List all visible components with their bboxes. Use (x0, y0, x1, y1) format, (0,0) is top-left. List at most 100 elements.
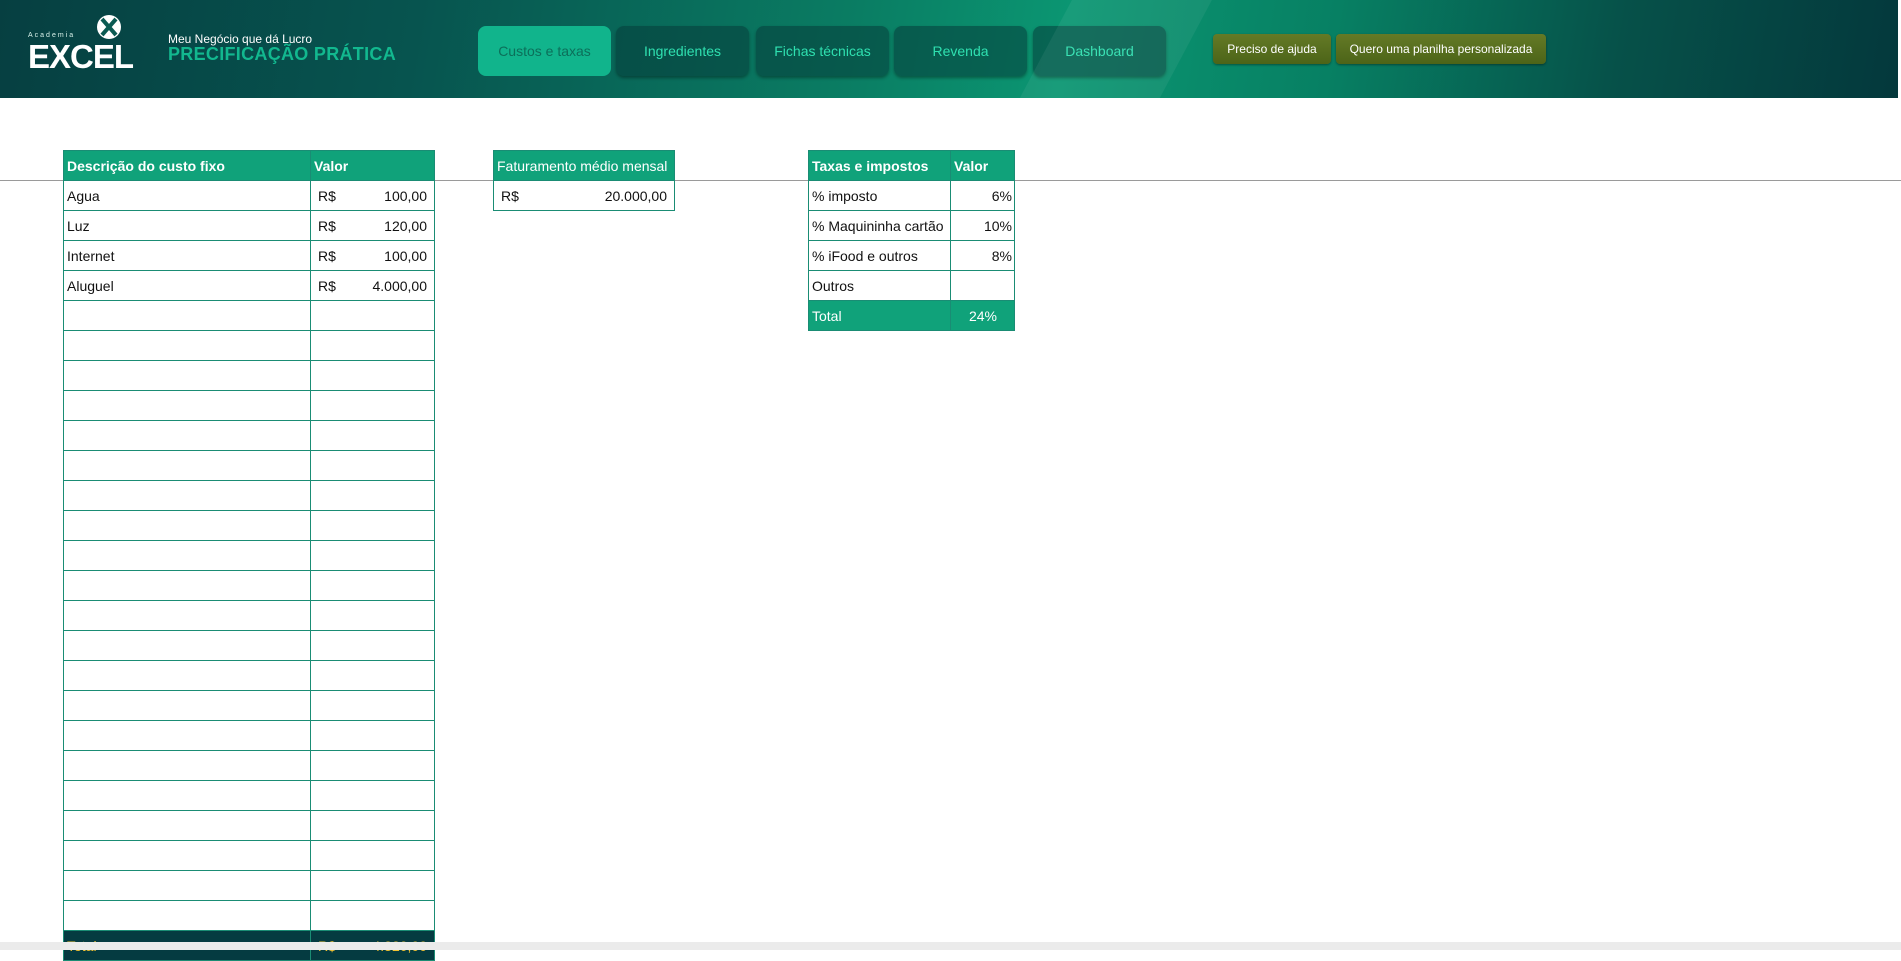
tax-description-cell[interactable]: % iFood e outros (808, 240, 951, 271)
revenue-value-cell[interactable]: R$ 20.000,00 (493, 180, 675, 211)
cost-value-cell[interactable]: R$ 100,00 (310, 180, 435, 211)
cost-description-cell[interactable]: Aluguel (63, 270, 311, 301)
cost-value-cell[interactable] (310, 480, 435, 511)
cost-value-cell[interactable] (310, 690, 435, 721)
cost-description-cell[interactable]: Agua (63, 180, 311, 211)
taxes-table: Taxas e impostos Valor % imposto 6%% Maqu… (808, 150, 1015, 331)
cost-value-cell[interactable] (310, 870, 435, 901)
cost-description-cell[interactable] (63, 360, 311, 391)
currency-symbol: R$ (318, 247, 336, 264)
table-row-empty (63, 690, 435, 721)
currency-symbol: R$ (501, 187, 519, 204)
cost-value-cell[interactable] (310, 450, 435, 481)
cost-description-cell[interactable] (63, 780, 311, 811)
cost-value-cell[interactable] (310, 810, 435, 841)
tax-description-cell[interactable]: Outros (808, 270, 951, 301)
cost-description-cell[interactable] (63, 810, 311, 841)
cost-description-cell[interactable] (63, 480, 311, 511)
cost-description-cell[interactable] (63, 720, 311, 751)
cost-value-cell[interactable]: R$ 4.000,00 (310, 270, 435, 301)
table-row: % iFood e outros 8% (808, 240, 1015, 271)
cost-description-cell[interactable] (63, 390, 311, 421)
cost-value-cell[interactable] (310, 750, 435, 781)
table-row: Agua R$ 100,00 (63, 180, 435, 211)
table-row-empty (63, 480, 435, 511)
cost-description-cell[interactable] (63, 750, 311, 781)
table-row: Aluguel R$ 4.000,00 (63, 270, 435, 301)
cost-description-cell[interactable] (63, 570, 311, 601)
table-row: Internet R$ 100,00 (63, 240, 435, 271)
cost-amount: 100,00 (384, 247, 427, 264)
page-title: PRECIFICAÇÃO PRÁTICA (168, 44, 397, 64)
table-header-row: Taxas e impostos Valor (808, 150, 1015, 181)
tax-description-cell[interactable]: % Maquininha cartão (808, 210, 951, 241)
table-row: Luz R$ 120,00 (63, 210, 435, 241)
table-row-empty (63, 810, 435, 841)
cost-value-cell[interactable] (310, 510, 435, 541)
cost-value-cell[interactable] (310, 840, 435, 871)
cost-description-cell[interactable]: Internet (63, 240, 311, 271)
cost-value-cell[interactable] (310, 570, 435, 601)
column-header-value: Valor (950, 150, 1015, 181)
cost-value-cell[interactable]: R$ 120,00 (310, 210, 435, 241)
cost-value-cell[interactable] (310, 780, 435, 811)
total-row: Total 24% (808, 300, 1015, 331)
cost-description-cell[interactable] (63, 690, 311, 721)
cost-value-cell[interactable] (310, 600, 435, 631)
tab-revenda[interactable]: Revenda (894, 26, 1027, 76)
table-row: % Maquininha cartão 10% (808, 210, 1015, 241)
cost-amount: 4.000,00 (372, 277, 428, 294)
cost-value-cell[interactable] (310, 540, 435, 571)
table-row-empty (63, 390, 435, 421)
cost-value-cell[interactable] (310, 330, 435, 361)
cost-value-cell[interactable] (310, 390, 435, 421)
cost-value-cell[interactable]: R$ 100,00 (310, 240, 435, 271)
cost-description-cell[interactable] (63, 870, 311, 901)
tax-value-cell[interactable] (950, 270, 1015, 301)
table-row-empty (63, 720, 435, 751)
cost-description-cell[interactable] (63, 330, 311, 361)
cost-description-cell[interactable] (63, 450, 311, 481)
help-button[interactable]: Preciso de ajuda (1213, 34, 1331, 64)
cost-description-cell[interactable] (63, 900, 311, 931)
table-row-empty (63, 600, 435, 631)
table-row-empty (63, 360, 435, 391)
cost-value-cell[interactable] (310, 630, 435, 661)
cost-value-cell[interactable] (310, 420, 435, 451)
cost-description-cell[interactable] (63, 600, 311, 631)
cost-amount: 100,00 (384, 187, 427, 204)
cost-description-cell[interactable] (63, 840, 311, 871)
table-row-empty (63, 570, 435, 601)
cost-value-cell[interactable] (310, 300, 435, 331)
total-label: Total (808, 300, 951, 331)
tab-ingredientes[interactable]: Ingredientes (616, 26, 749, 76)
cost-value-cell[interactable] (310, 720, 435, 751)
cost-description-cell[interactable] (63, 660, 311, 691)
cost-value-cell[interactable] (310, 900, 435, 931)
tab-custos-e-taxas[interactable]: Custos e taxas (478, 26, 611, 76)
table-header-row: Descrição do custo fixo Valor (63, 150, 435, 181)
cost-description-cell[interactable] (63, 540, 311, 571)
table-row-empty (63, 450, 435, 481)
cost-value-cell[interactable] (310, 360, 435, 391)
table-row-empty (63, 870, 435, 901)
cost-value-cell[interactable] (310, 660, 435, 691)
currency-symbol: R$ (318, 187, 336, 204)
tab-dashboard[interactable]: Dashboard (1033, 26, 1166, 76)
tax-value-cell[interactable]: 8% (950, 240, 1015, 271)
cost-description-cell[interactable] (63, 300, 311, 331)
cost-description-cell[interactable] (63, 420, 311, 451)
tab-fichas-tecnicas[interactable]: Fichas técnicas (756, 26, 889, 76)
tax-description-cell[interactable]: % imposto (808, 180, 951, 211)
column-header-description: Descrição do custo fixo (63, 150, 311, 181)
tax-value-cell[interactable]: 6% (950, 180, 1015, 211)
cost-description-cell[interactable] (63, 630, 311, 661)
currency-symbol: R$ (318, 277, 336, 294)
cost-description-cell[interactable] (63, 510, 311, 541)
cost-description-cell[interactable]: Luz (63, 210, 311, 241)
revenue-amount: 20.000,00 (604, 187, 667, 204)
table-row: % imposto 6% (808, 180, 1015, 211)
total-percent-cell[interactable]: 24% (950, 300, 1015, 331)
tax-value-cell[interactable]: 10% (950, 210, 1015, 241)
custom-spreadsheet-button[interactable]: Quero uma planilha personalizada (1336, 34, 1546, 64)
